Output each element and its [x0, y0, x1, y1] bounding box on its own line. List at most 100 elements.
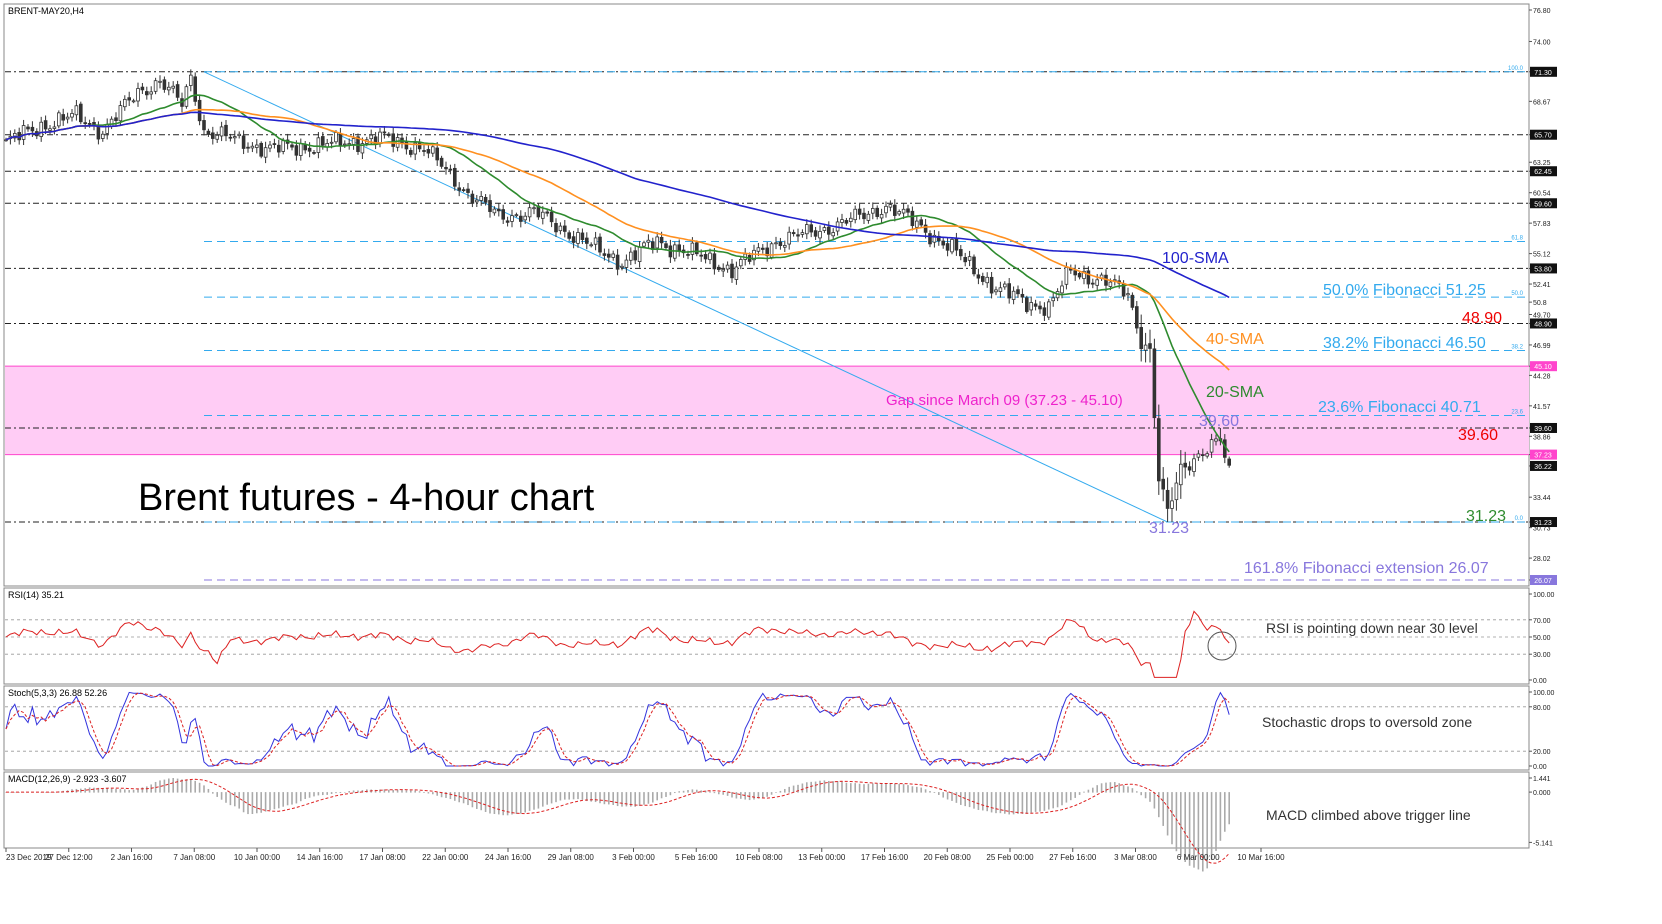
- candle-body: [259, 142, 263, 157]
- time-tick-label: 14 Jan 16:00: [297, 853, 344, 862]
- price-tag-label: 31.23: [1534, 520, 1552, 527]
- candle-body: [228, 136, 233, 139]
- candle-body: [589, 244, 593, 247]
- candle-body: [1214, 438, 1218, 442]
- macd-title: MACD(12,26,9) -2.923 -3.607: [8, 774, 127, 784]
- price-tick-label: 52.41: [1533, 282, 1551, 289]
- sma40-line: [5, 108, 1230, 371]
- candle-body: [514, 214, 519, 217]
- rsi-tick-label: 0.00: [1533, 678, 1547, 685]
- candle-body: [1003, 283, 1007, 288]
- rsi-tick-label: 100.00: [1533, 592, 1555, 599]
- candle-body: [254, 144, 259, 148]
- time-tick-label: 24 Jan 16:00: [485, 853, 532, 862]
- price-tick-label: 49.70: [1533, 312, 1551, 319]
- candle-body: [563, 225, 567, 232]
- candle-body: [1033, 303, 1038, 307]
- candle-body: [378, 131, 382, 144]
- candle-body: [193, 76, 198, 102]
- time-tick-label: 10 Mar 16:00: [1237, 853, 1285, 862]
- candle-body: [101, 133, 105, 139]
- candle-body: [1007, 283, 1011, 299]
- candle-body: [879, 214, 884, 219]
- fib-38-label: 38.2% Fibonacci 46.50: [1323, 335, 1486, 352]
- candle-body: [474, 199, 479, 203]
- candle-body: [642, 242, 646, 247]
- candle-body: [620, 265, 624, 268]
- candle-body: [739, 259, 743, 267]
- candle-body: [87, 123, 92, 125]
- candle-body: [831, 232, 835, 237]
- candle-body: [435, 147, 439, 161]
- fib-ratio-label: 61.8: [1511, 235, 1523, 241]
- candle-body: [171, 85, 176, 89]
- candle-body: [263, 147, 268, 158]
- time-tick-label: 3 Mar 08:00: [1114, 853, 1157, 862]
- price-tag-label: 62.45: [1534, 169, 1552, 176]
- candle-body: [136, 88, 140, 102]
- macd-signal-line: [6, 778, 1230, 864]
- candle-body: [1227, 458, 1232, 466]
- candle-body: [963, 257, 967, 263]
- candle-body: [624, 259, 629, 268]
- price-tick-label: 74.00: [1533, 39, 1551, 46]
- candle-body: [783, 245, 787, 248]
- candle-body: [527, 207, 532, 218]
- candle-body: [629, 251, 633, 261]
- candle-body: [417, 141, 422, 150]
- candle-body: [21, 125, 26, 140]
- candle-body: [761, 247, 765, 250]
- candle-body: [1130, 294, 1135, 308]
- candle-body: [730, 263, 734, 279]
- candle-body: [1209, 439, 1214, 453]
- candle-body: [862, 212, 866, 220]
- candle-body: [457, 187, 461, 191]
- candle-body: [501, 209, 505, 220]
- rsi-line: [5, 610, 1230, 678]
- candle-body: [109, 118, 114, 127]
- candle-body: [123, 98, 127, 108]
- candle-body: [224, 124, 228, 137]
- candle-body: [65, 116, 70, 120]
- candle-body: [717, 266, 721, 270]
- candle-body: [1135, 306, 1139, 329]
- price-tick-label: 44.28: [1533, 373, 1551, 380]
- candle-body: [1139, 327, 1144, 350]
- rsi-tick-label: 50.00: [1533, 635, 1551, 642]
- candle-body: [712, 253, 717, 270]
- candle-body: [48, 128, 52, 131]
- price-tick-label: 41.57: [1533, 404, 1551, 411]
- candle-body: [219, 126, 224, 137]
- candle-body: [210, 132, 215, 139]
- candle-body: [351, 138, 356, 145]
- candle-body: [593, 237, 598, 245]
- sma20-label: 20-SMA: [1206, 384, 1264, 401]
- candle-body: [290, 144, 294, 148]
- candle-body: [1183, 462, 1188, 468]
- candle-body: [756, 247, 761, 252]
- candle-body: [1042, 307, 1047, 316]
- candle-body: [237, 133, 242, 137]
- candle-body: [268, 144, 272, 149]
- candle-body: [571, 236, 576, 243]
- price-tick-label: 55.12: [1533, 252, 1551, 259]
- price-tag-label: 37.23: [1534, 453, 1552, 460]
- candle-body: [232, 136, 237, 139]
- macd-tick-label: 0.000: [1533, 790, 1551, 797]
- candle-body: [721, 269, 725, 272]
- candle-body: [690, 242, 695, 255]
- rsi-title: RSI(14) 35.21: [8, 590, 64, 600]
- candle-body: [994, 289, 998, 293]
- stoch-tick-label: 0.00: [1533, 764, 1547, 771]
- candle-body: [1187, 466, 1192, 471]
- price-tag-label: 36.22: [1534, 464, 1552, 471]
- time-tick-label: 10 Jan 00:00: [234, 853, 281, 862]
- candle-body: [857, 208, 862, 215]
- candle-body: [778, 241, 783, 246]
- fib-ratio-label: 100.0: [1508, 66, 1524, 72]
- candle-body: [334, 132, 338, 143]
- candle-body: [906, 208, 910, 213]
- fib-23-label: 23.6% Fibonacci 40.71: [1318, 399, 1481, 416]
- stoch-note: Stochastic drops to oversold zone: [1262, 714, 1472, 730]
- candle-body: [43, 120, 48, 130]
